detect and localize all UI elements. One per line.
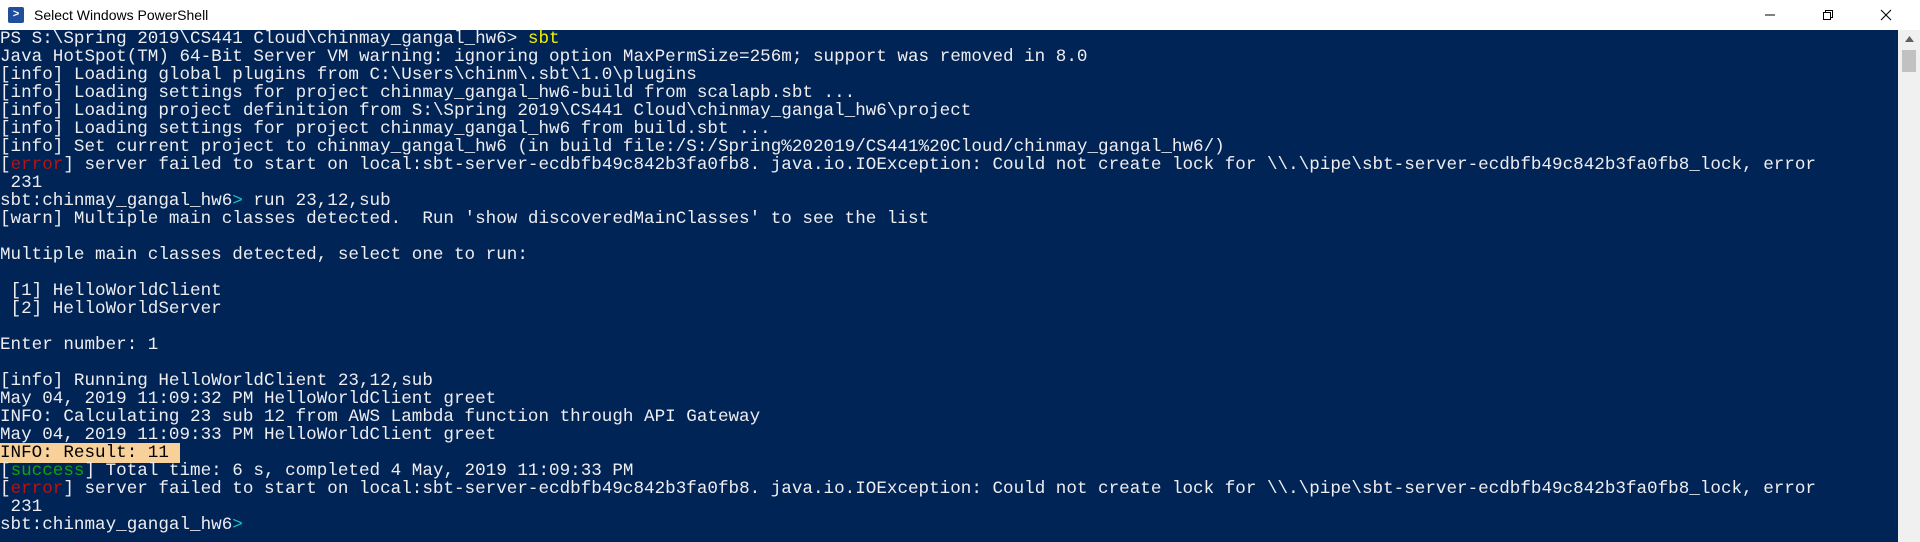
console-text: 231 bbox=[0, 497, 43, 517]
console-text: success bbox=[10, 461, 85, 481]
console-text: sbt:chinmay_gangal_hw6 bbox=[0, 515, 233, 535]
close-icon bbox=[1880, 9, 1892, 21]
vertical-scrollbar[interactable] bbox=[1898, 30, 1920, 542]
console-text: 231 bbox=[0, 173, 43, 193]
console-text: [info] Loading settings for project chin… bbox=[0, 83, 856, 103]
console-text: [ bbox=[0, 155, 11, 175]
console-text: [ bbox=[0, 479, 11, 499]
scroll-up-button[interactable] bbox=[1898, 30, 1920, 48]
console-text: [info] Set current project to chinmay_ga… bbox=[0, 137, 1225, 157]
console-line: [success] Total time: 6 s, completed 4 M… bbox=[0, 462, 633, 480]
console-text: [warn] Multiple main classes detected. R… bbox=[0, 209, 930, 229]
console-text: ] server failed to start on local:sbt-se… bbox=[63, 155, 1816, 175]
console-text: May 04, 2019 11:09:33 PM HelloWorldClien… bbox=[0, 425, 497, 445]
console-text: > bbox=[232, 515, 243, 535]
console-line: sbt:chinmay_gangal_hw6> run 23,12,sub bbox=[0, 192, 391, 210]
console-line: 231 bbox=[0, 497, 43, 517]
console-text: error bbox=[10, 155, 64, 175]
console-text: Enter number: 1 bbox=[0, 335, 159, 355]
minimize-button[interactable] bbox=[1741, 0, 1799, 30]
minimize-icon bbox=[1765, 14, 1775, 16]
console-text: [info] Running HelloWorldClient 23,12,su… bbox=[0, 371, 433, 391]
console-text: ] Total time: 6 s, completed 4 May, 2019… bbox=[84, 461, 634, 481]
console-line: [info] Loading global plugins from C:\Us… bbox=[0, 66, 697, 84]
window-title: Select Windows PowerShell bbox=[34, 7, 209, 23]
console-text: sbt:chinmay_gangal_hw6 bbox=[0, 191, 233, 211]
console-text: [info] Loading global plugins from C:\Us… bbox=[0, 65, 697, 85]
console-text: Multiple main classes detected, select o… bbox=[0, 245, 528, 265]
powershell-icon[interactable]: > bbox=[8, 7, 24, 23]
console-text: run 23,12,sub bbox=[242, 191, 391, 211]
console-line: [1] HelloWorldClient bbox=[0, 282, 222, 300]
console-text: May 04, 2019 11:09:32 PM HelloWorldClien… bbox=[0, 389, 497, 409]
console-line: [error] server failed to start on local:… bbox=[0, 480, 1816, 498]
console-line: [info] Set current project to chinmay_ga… bbox=[0, 138, 1225, 156]
restore-button[interactable] bbox=[1799, 0, 1857, 30]
console-text: [1] HelloWorldClient bbox=[0, 281, 222, 301]
console-line: May 04, 2019 11:09:32 PM HelloWorldClien… bbox=[0, 390, 496, 408]
console-line: Enter number: 1 bbox=[0, 336, 158, 354]
console-text: [2] HelloWorldServer bbox=[0, 299, 222, 319]
console-line: [info] Running HelloWorldClient 23,12,su… bbox=[0, 372, 433, 390]
console-line: [info] Loading project definition from S… bbox=[0, 102, 971, 120]
console-line: [info] Loading settings for project chin… bbox=[0, 120, 771, 138]
console-text: [info] Loading project definition from S… bbox=[0, 101, 972, 121]
chevron-up-icon bbox=[1904, 36, 1914, 42]
console-line: INFO: Result: 11 bbox=[0, 443, 180, 463]
console-text: error bbox=[10, 479, 64, 499]
console-text: [ bbox=[0, 461, 11, 481]
console-text: INFO: Result: 11 bbox=[0, 443, 180, 463]
console-text: Java HotSpot(TM) 64-Bit Server VM warnin… bbox=[0, 47, 1088, 67]
console-text: ] server failed to start on local:sbt-se… bbox=[63, 479, 1816, 499]
console-line: [info] Loading settings for project chin… bbox=[0, 84, 855, 102]
console-line: sbt:chinmay_gangal_hw6> bbox=[0, 516, 243, 534]
console-line: 231 bbox=[0, 173, 43, 193]
console-line: Multiple main classes detected, select o… bbox=[0, 246, 528, 264]
title-bar: > Select Windows PowerShell bbox=[0, 0, 1920, 30]
console-line: [warn] Multiple main classes detected. R… bbox=[0, 210, 929, 228]
maximize-icon bbox=[1823, 10, 1833, 20]
console-text: INFO: Calculating 23 sub 12 from AWS Lam… bbox=[0, 407, 761, 427]
close-button[interactable] bbox=[1857, 0, 1915, 30]
console-text: > bbox=[232, 191, 243, 211]
console-output[interactable]: PS S:\Spring 2019\CS441 Cloud\chinmay_ga… bbox=[0, 30, 1898, 542]
console-line: PS S:\Spring 2019\CS441 Cloud\chinmay_ga… bbox=[0, 30, 560, 48]
console-line: INFO: Calculating 23 sub 12 from AWS Lam… bbox=[0, 408, 760, 426]
console-line: Java HotSpot(TM) 64-Bit Server VM warnin… bbox=[0, 48, 1087, 66]
console-text: [info] Loading settings for project chin… bbox=[0, 119, 771, 139]
console-line: [2] HelloWorldServer bbox=[0, 300, 222, 318]
console-line: [error] server failed to start on local:… bbox=[0, 156, 1816, 174]
scrollbar-thumb[interactable] bbox=[1902, 50, 1916, 72]
console-line: May 04, 2019 11:09:33 PM HelloWorldClien… bbox=[0, 426, 496, 444]
